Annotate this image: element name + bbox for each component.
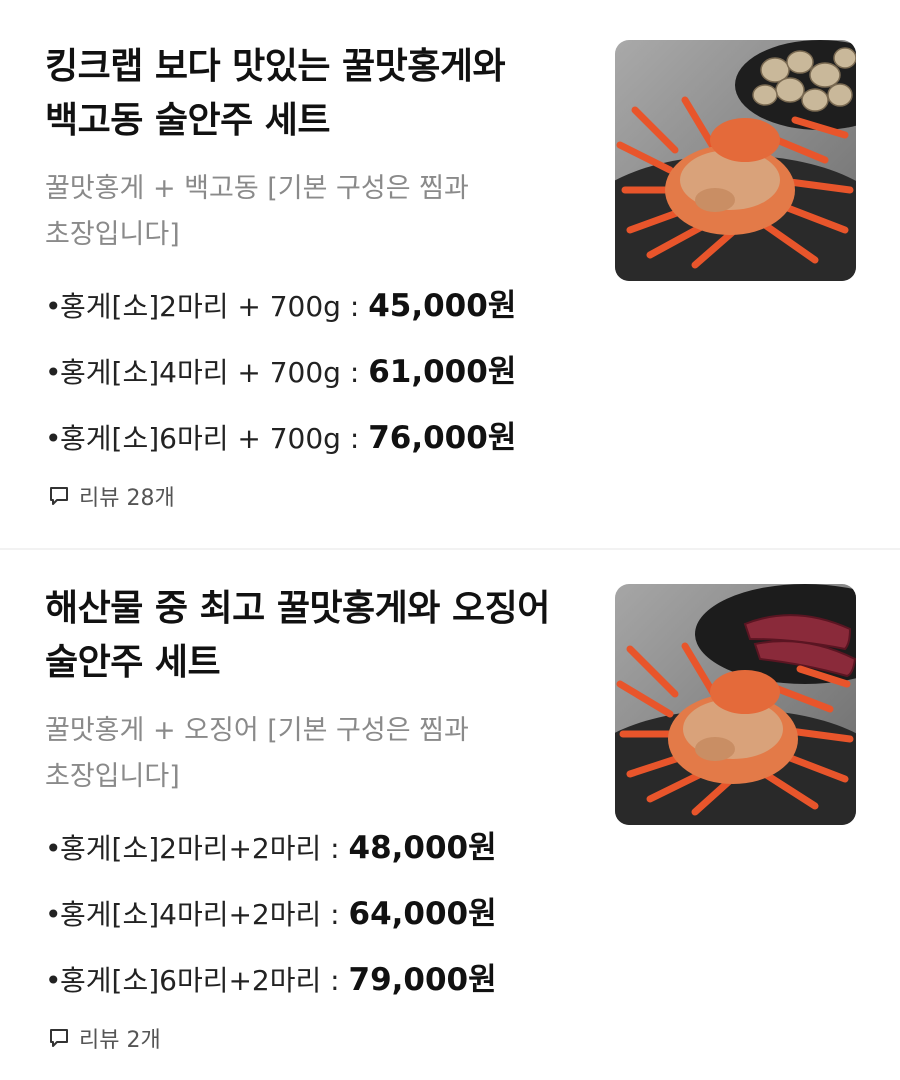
menu-item-crab-squid[interactable]: 해산물 중 최고 꿀맛홍게와 오징어 술안주 세트 꿀맛홍게 + 오징어 [기본…: [0, 548, 900, 1080]
menu-title-line: 해산물 중 최고 꿀맛홍게와 오징어: [45, 588, 550, 629]
option-label: 홍게[소]4마리+2마리 :: [60, 898, 349, 931]
menu-description: 꿀맛홍게 + 백고동 [기본 구성은 찜과 초장입니다]: [45, 166, 515, 258]
bullet: •: [45, 290, 62, 323]
speech-bubble-icon: [50, 1029, 68, 1047]
menu-photo-crab-whelk[interactable]: [615, 40, 856, 281]
menu-title-line: 킹크랩 보다 맛있는 꿀맛홍게와: [45, 46, 506, 87]
price-option: •홍게[소]2마리 + 700g : 45,000원: [45, 280, 516, 325]
option-price: 79,000원: [348, 962, 497, 998]
review-count: 리뷰 2개: [79, 1028, 161, 1053]
option-label: 홍게[소]6마리 + 700g :: [60, 422, 369, 455]
bullet: •: [45, 964, 62, 997]
menu-title: 해산물 중 최고 꿀맛홍게와 오징어 술안주 세트: [45, 582, 585, 690]
price-option: •홍게[소]4마리+2마리 : 64,000원: [45, 888, 497, 933]
price-option: •홍게[소]6마리+2마리 : 79,000원: [45, 954, 497, 999]
crab-squid-photo: [615, 584, 856, 825]
review-count: 리뷰 28개: [79, 486, 175, 511]
menu-description: 꿀맛홍게 + 오징어 [기본 구성은 찜과 초장입니다]: [45, 708, 515, 800]
option-price: 64,000원: [348, 896, 497, 932]
bullet: •: [45, 898, 62, 931]
bullet: •: [45, 832, 62, 865]
option-price: 76,000원: [368, 420, 517, 456]
menu-description-line: 꿀맛홍게 + 백고동 [기본 구성은 찜과: [45, 173, 469, 204]
price-option: •홍게[소]6마리 + 700g : 76,000원: [45, 412, 516, 457]
option-label: 홍게[소]2마리+2마리 :: [60, 832, 349, 865]
option-label: 홍게[소]2마리 + 700g :: [60, 290, 369, 323]
menu-title-line: 술안주 세트: [45, 642, 221, 683]
option-label: 홍게[소]6마리+2마리 :: [60, 964, 349, 997]
menu-title-line: 백고동 술안주 세트: [45, 100, 331, 141]
menu-description-line: 초장입니다]: [45, 761, 180, 792]
bullet: •: [45, 422, 62, 455]
review-link[interactable]: 리뷰 28개: [48, 480, 175, 512]
option-price: 48,000원: [348, 830, 497, 866]
menu-description-line: 꿀맛홍게 + 오징어 [기본 구성은 찜과: [45, 715, 469, 746]
review-link[interactable]: 리뷰 2개: [48, 1022, 161, 1054]
option-price: 61,000원: [368, 354, 517, 390]
price-option: •홍게[소]4마리 + 700g : 61,000원: [45, 346, 516, 391]
menu-item-crab-whelk[interactable]: 킹크랩 보다 맛있는 꿀맛홍게와 백고동 술안주 세트 꿀맛홍게 + 백고동 […: [0, 0, 900, 548]
option-price: 45,000원: [368, 288, 517, 324]
crab-whelk-photo: [615, 40, 856, 281]
menu-description-line: 초장입니다]: [45, 219, 180, 250]
speech-bubble-icon: [50, 487, 68, 505]
option-label: 홍게[소]4마리 + 700g :: [60, 356, 369, 389]
menu-title: 킹크랩 보다 맛있는 꿀맛홍게와 백고동 술안주 세트: [45, 40, 585, 148]
price-option: •홍게[소]2마리+2마리 : 48,000원: [45, 822, 497, 867]
bullet: •: [45, 356, 62, 389]
menu-photo-crab-squid[interactable]: [615, 584, 856, 825]
